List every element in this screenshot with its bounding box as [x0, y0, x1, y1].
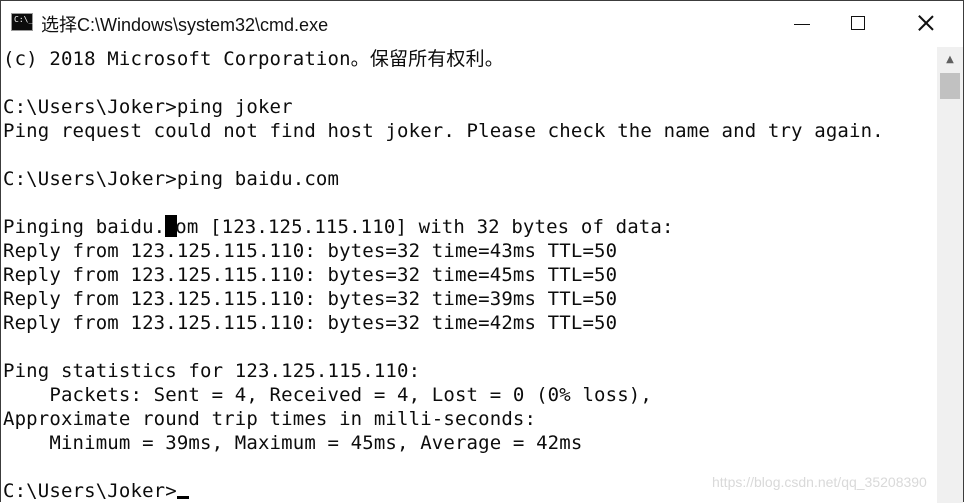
- window-title: 选择C:\Windows\system32\cmd.exe: [41, 15, 329, 35]
- console-line: Minimum = 39ms, Maximum = 45ms, Average …: [3, 432, 583, 454]
- console-line: Ping statistics for 123.125.115.110:: [3, 360, 421, 382]
- console-line: C:\Users\Joker>ping baidu.com: [3, 168, 340, 190]
- console-output[interactable]: (c) 2018 Microsoft Corporation。保留所有权利。 C…: [1, 47, 937, 503]
- selection-suffix: om [123.125.115.110] with 32 bytes of da…: [175, 216, 674, 238]
- console-line: Approximate round trip times in milli-se…: [3, 408, 537, 430]
- scroll-up-icon[interactable]: ▲: [937, 47, 963, 71]
- maximize-button[interactable]: [835, 1, 881, 45]
- watermark: https://blog.csdn.net/qq_35208390: [712, 474, 927, 490]
- close-icon: [917, 14, 935, 32]
- minimize-button[interactable]: [779, 1, 825, 45]
- console-line: Reply from 123.125.115.110: bytes=32 tim…: [3, 240, 618, 262]
- prompt-text: C:\Users\Joker>: [3, 480, 177, 502]
- title-bar[interactable]: 选择C:\Windows\system32\cmd.exe: [1, 1, 963, 45]
- selection-prefix: Pinging baidu.: [3, 216, 166, 238]
- scrollbar-thumb[interactable]: [940, 73, 960, 99]
- console-line: C:\Users\Joker>ping joker: [3, 96, 293, 118]
- console-line: Reply from 123.125.115.110: bytes=32 tim…: [3, 312, 618, 334]
- console-line-selection: Pinging baidu. om [123.125.115.110] with …: [3, 215, 674, 239]
- text-cursor: [176, 496, 189, 499]
- minimize-icon: [794, 23, 810, 25]
- console-line: Packets: Sent = 4, Received = 4, Lost = …: [3, 384, 652, 406]
- close-button[interactable]: [903, 1, 949, 45]
- vertical-scrollbar[interactable]: ▲: [937, 47, 963, 503]
- console-line: Reply from 123.125.115.110: bytes=32 tim…: [3, 264, 618, 286]
- cmd-window: 选择C:\Windows\system32\cmd.exe (c) 2018 M…: [0, 0, 964, 503]
- console-line: Ping request could not find host joker. …: [3, 120, 884, 142]
- console-prompt-line: C:\Users\Joker>: [3, 479, 189, 503]
- cmd-icon[interactable]: [11, 13, 33, 31]
- maximize-icon: [851, 16, 865, 30]
- console-line: (c) 2018 Microsoft Corporation。保留所有权利。: [3, 48, 504, 70]
- console-line: Reply from 123.125.115.110: bytes=32 tim…: [3, 288, 618, 310]
